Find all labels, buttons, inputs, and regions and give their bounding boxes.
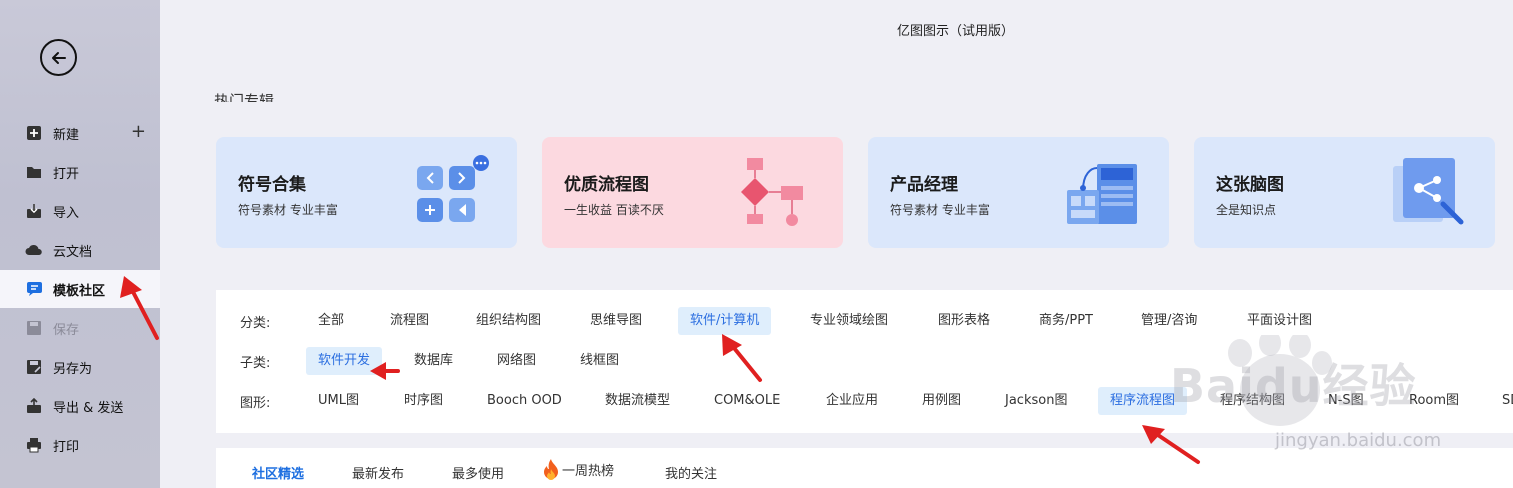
back-button[interactable] — [40, 39, 77, 76]
section-heading: 热门专辑 — [214, 92, 275, 102]
shape-chip[interactable]: UML图 — [306, 387, 371, 415]
sidebar-item-label: 云文档 — [53, 244, 93, 260]
watermark-brand: Baidu经验 — [1170, 359, 1417, 413]
save-icon — [25, 319, 43, 337]
sidebar-item-label: 模板社区 — [53, 283, 106, 299]
card-subtitle: 符号素材 专业丰富 — [238, 203, 338, 217]
category-chip[interactable]: 流程图 — [378, 307, 441, 335]
sidebar-item-export[interactable]: 导出 & 发送 — [0, 387, 160, 425]
category-chip-selected[interactable]: 软件/计算机 — [678, 307, 772, 335]
sidebar-item-template-community[interactable]: 模板社区 — [0, 270, 160, 308]
shape-chip[interactable]: 用例图 — [910, 387, 973, 415]
shape-chip[interactable]: 时序图 — [392, 387, 455, 415]
folder-icon — [25, 163, 43, 181]
subcategory-chip-selected[interactable]: 软件开发 — [306, 347, 383, 375]
album-card-mind-map[interactable]: 这张脑图 全是知识点 — [1194, 137, 1495, 248]
save-as-icon — [25, 358, 43, 376]
export-icon — [25, 397, 43, 415]
subcategory-chip[interactable]: 线框图 — [568, 347, 631, 375]
fire-icon — [544, 459, 558, 480]
template-community-icon — [25, 280, 43, 298]
shape-chip[interactable]: Booch OOD — [475, 387, 574, 415]
sidebar-item-save[interactable]: 保存 — [0, 309, 160, 347]
sidebar-item-new[interactable]: 新建 + — [0, 114, 160, 152]
sidebar-item-label: 另存为 — [53, 361, 93, 377]
subcategory-label: 子类: — [240, 355, 271, 371]
category-chip[interactable]: 平面设计图 — [1235, 307, 1324, 335]
sidebar-item-label: 保存 — [53, 322, 80, 338]
shape-chip[interactable]: COM&OLE — [702, 387, 792, 415]
album-card-product-manager[interactable]: 产品经理 符号素材 专业丰富 — [868, 137, 1169, 248]
tab-my-follows[interactable]: 我的关注 — [665, 463, 717, 482]
shape-label: 图形: — [240, 395, 271, 411]
category-chip[interactable]: 思维导图 — [578, 307, 654, 335]
sidebar-item-label: 打开 — [53, 166, 80, 182]
category-chip[interactable]: 商务/PPT — [1027, 307, 1105, 335]
sidebar: 新建 + 打开 导入 云文档 模板社区 保存 另存为 导出 & 发送 打印 — [0, 0, 160, 488]
subcategory-chip[interactable]: 数据库 — [402, 347, 465, 375]
plus-square-icon — [25, 124, 43, 142]
shape-chip[interactable]: 数据流模型 — [593, 387, 682, 415]
category-chip[interactable]: 图形表格 — [926, 307, 1002, 335]
app-title: 亿图图示（试用版） — [897, 24, 1015, 39]
shape-chip[interactable]: Jackson图 — [993, 387, 1079, 415]
arrow-left-icon — [51, 51, 66, 64]
tab-weekly-hot[interactable]: 一周热榜 — [542, 458, 614, 480]
sidebar-item-label: 导入 — [53, 205, 80, 221]
category-row: 分类: 全部 流程图 组织结构图 思维导图 软件/计算机 专业领域绘图 图形表格… — [216, 307, 1513, 335]
symbol-grid-illustration-icon — [417, 155, 489, 222]
card-title: 优质流程图 — [564, 175, 649, 195]
watermark-url: jingyan.baidu.com — [1275, 430, 1442, 451]
tab-latest[interactable]: 最新发布 — [352, 463, 404, 482]
category-chip[interactable]: 专业领域绘图 — [798, 307, 900, 335]
printer-icon — [25, 436, 43, 454]
card-title: 这张脑图 — [1216, 175, 1284, 195]
sidebar-item-cloud[interactable]: 云文档 — [0, 231, 160, 269]
shape-chip[interactable]: 企业应用 — [814, 387, 890, 415]
product-manager-illustration-icon — [1067, 164, 1137, 224]
subcategory-chip[interactable]: 网络图 — [485, 347, 548, 375]
sidebar-item-label: 新建 — [53, 127, 80, 143]
sidebar-item-import[interactable]: 导入 — [0, 192, 160, 230]
sidebar-item-label: 打印 — [53, 439, 80, 455]
category-chip[interactable]: 全部 — [306, 307, 356, 335]
tab-community-picks[interactable]: 社区精选 — [252, 463, 304, 482]
tab-most-used[interactable]: 最多使用 — [452, 463, 504, 482]
cloud-icon — [25, 241, 43, 259]
category-label: 分类: — [240, 315, 271, 331]
sidebar-item-label: 导出 & 发送 — [53, 400, 124, 416]
sidebar-item-open[interactable]: 打开 — [0, 153, 160, 191]
card-title: 符号合集 — [238, 175, 306, 195]
card-subtitle: 一生收益 百读不厌 — [564, 203, 664, 217]
card-title: 产品经理 — [890, 175, 958, 195]
flowchart-illustration-icon — [741, 158, 803, 226]
card-subtitle: 全是知识点 — [1216, 203, 1277, 217]
new-plus-icon[interactable]: + — [131, 123, 146, 141]
album-card-flowchart[interactable]: 优质流程图 一生收益 百读不厌 — [542, 137, 843, 248]
category-chip[interactable]: 管理/咨询 — [1129, 307, 1209, 335]
import-icon — [25, 202, 43, 220]
album-card-symbols[interactable]: 符号合集 符号素材 专业丰富 — [216, 137, 517, 248]
sidebar-item-print[interactable]: 打印 — [0, 426, 160, 464]
sidebar-item-save-as[interactable]: 另存为 — [0, 348, 160, 386]
card-subtitle: 符号素材 专业丰富 — [890, 203, 990, 217]
category-chip[interactable]: 组织结构图 — [464, 307, 553, 335]
mind-map-illustration-icon — [1393, 158, 1464, 225]
tab-label: 一周热榜 — [562, 463, 615, 479]
